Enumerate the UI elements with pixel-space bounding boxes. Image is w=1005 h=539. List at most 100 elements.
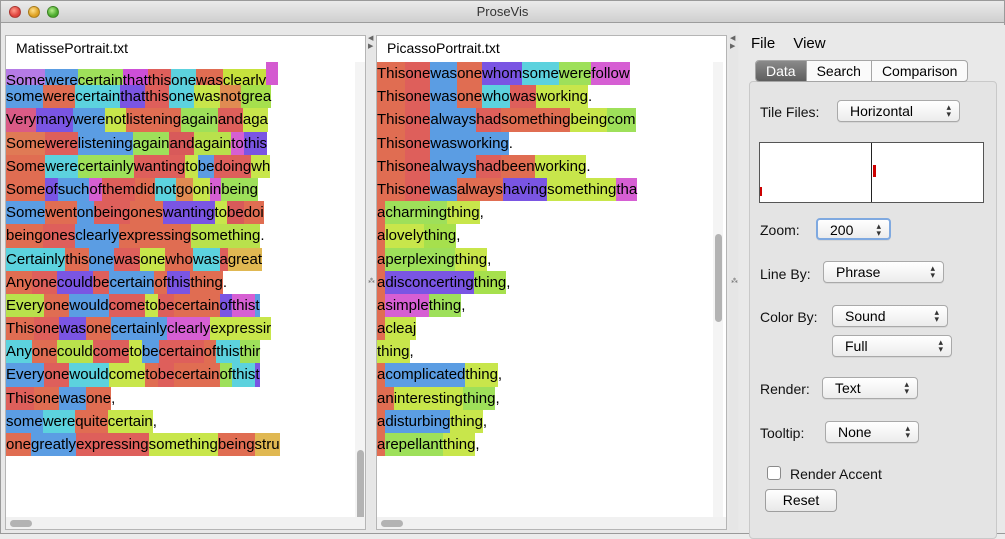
word-token[interactable]: clearly: [166, 317, 211, 341]
word-token[interactable]: ,: [461, 293, 466, 318]
menu-view[interactable]: View: [793, 35, 825, 52]
word-token[interactable]: one: [168, 85, 194, 109]
collapse-left-arrow-icon[interactable]: ◀: [730, 35, 735, 42]
word-token[interactable]: this: [243, 131, 268, 155]
word-token[interactable]: one: [34, 386, 60, 410]
word-token[interactable]: would: [69, 293, 109, 318]
word-token[interactable]: again: [194, 131, 232, 155]
word-token[interactable]: cleaj: [385, 317, 417, 341]
text-line[interactable]: This one always had been working .: [377, 154, 710, 178]
word-token[interactable]: not: [105, 108, 127, 132]
word-token[interactable]: wh: [251, 154, 271, 178]
word-token[interactable]: who: [482, 85, 510, 109]
text-line[interactable]: a lovely thing ,: [377, 224, 710, 248]
word-token[interactable]: great: [227, 247, 263, 271]
word-token[interactable]: This: [6, 386, 35, 410]
text-pane-right[interactable]: PicassoPortrait.txt This one was one who…: [376, 35, 727, 530]
text-line[interactable]: Any one could be certain of this thing .: [6, 270, 352, 294]
word-token[interactable]: Some: [6, 131, 46, 155]
word-token[interactable]: a: [377, 224, 386, 248]
word-token[interactable]: were: [45, 154, 78, 178]
word-token[interactable]: certain: [174, 363, 220, 387]
word-token[interactable]: thing: [465, 363, 498, 387]
word-token[interactable]: something: [547, 177, 617, 202]
text-line[interactable]: a perplexing thing ,: [377, 247, 710, 271]
word-token[interactable]: this: [145, 85, 169, 109]
word-token[interactable]: greatly: [31, 433, 77, 457]
word-token[interactable]: certainly: [77, 154, 134, 178]
tab-comparison[interactable]: Comparison: [872, 61, 967, 81]
word-token[interactable]: on: [192, 177, 210, 202]
word-token[interactable]: had: [476, 108, 502, 132]
text-line[interactable]: This one was working .: [377, 131, 710, 155]
word-token[interactable]: one: [44, 363, 70, 387]
word-token[interactable]: one: [405, 131, 431, 155]
word-token[interactable]: clearly: [75, 224, 119, 248]
word-token[interactable]: that: [120, 85, 146, 109]
word-token[interactable]: simple: [385, 293, 429, 318]
word-token[interactable]: certain: [109, 270, 155, 294]
word-token[interactable]: ,: [487, 247, 492, 271]
word-token[interactable]: again: [181, 108, 218, 132]
word-token[interactable]: and: [169, 131, 195, 155]
word-token[interactable]: were: [42, 85, 76, 109]
word-token[interactable]: to: [145, 363, 158, 387]
word-token[interactable]: expressing: [118, 224, 192, 248]
word-token[interactable]: been: [501, 154, 535, 178]
word-token[interactable]: .: [222, 270, 228, 294]
word-token[interactable]: listening: [126, 108, 182, 132]
word-token[interactable]: certain: [158, 340, 204, 364]
text-line[interactable]: This one was always having something tha: [377, 177, 710, 202]
word-token[interactable]: a: [377, 433, 386, 457]
text-line[interactable]: This one always had something being com: [377, 108, 710, 132]
text-line[interactable]: a complicated thing ,: [377, 363, 710, 387]
tooltip-select[interactable]: None ▴ ▾: [825, 421, 919, 443]
word-token[interactable]: expressir: [210, 317, 272, 341]
word-token[interactable]: thing: [447, 201, 480, 225]
word-token[interactable]: grea: [241, 85, 272, 109]
color-detail-select[interactable]: Full ▴ ▾: [832, 335, 952, 357]
word-token[interactable]: This: [377, 177, 406, 202]
word-token[interactable]: thing: [442, 433, 476, 457]
word-token[interactable]: to: [231, 131, 244, 155]
word-token[interactable]: this: [216, 340, 240, 364]
word-token[interactable]: Certainly: [6, 247, 66, 271]
text-line[interactable]: a simple thing ,: [377, 293, 710, 318]
word-token[interactable]: who: [165, 247, 193, 271]
text-line[interactable]: This one was one who was working .: [377, 85, 710, 109]
word-token[interactable]: were: [72, 108, 106, 132]
expand-right-arrow-icon[interactable]: ▶: [368, 43, 373, 50]
word-token[interactable]: ,: [497, 363, 503, 387]
word-token[interactable]: disturbing: [385, 409, 451, 433]
word-token[interactable]: Any: [6, 270, 32, 294]
word-token[interactable]: a: [377, 363, 386, 387]
word-token[interactable]: on: [76, 201, 94, 225]
word-token[interactable]: be: [227, 201, 244, 225]
word-token[interactable]: not: [220, 85, 242, 109]
word-token[interactable]: doi: [243, 201, 264, 225]
word-token[interactable]: could: [56, 340, 93, 364]
word-token[interactable]: something: [191, 224, 261, 248]
word-token[interactable]: had: [476, 154, 502, 178]
word-token[interactable]: an: [377, 386, 394, 410]
word-token[interactable]: one: [44, 293, 70, 318]
word-token[interactable]: and: [217, 108, 243, 132]
word-token[interactable]: perplexing: [385, 247, 455, 271]
text-line[interactable]: Every one would come to be certain of th…: [6, 293, 352, 318]
text-line[interactable]: a repellant thing ,: [377, 433, 710, 457]
text-line[interactable]: Some went on being ones wanting to be do…: [6, 201, 352, 225]
word-token[interactable]: was: [193, 85, 221, 109]
line-by-select[interactable]: Phrase ▴ ▾: [823, 261, 944, 283]
text-line[interactable]: Some were listening again and again to t…: [6, 131, 352, 155]
text-line[interactable]: a disturbing thing ,: [377, 409, 710, 433]
word-token[interactable]: Every: [6, 363, 45, 387]
word-token[interactable]: one: [405, 85, 431, 109]
word-token[interactable]: complicated: [385, 363, 466, 387]
tab-data[interactable]: Data: [756, 61, 807, 81]
word-token[interactable]: were: [42, 409, 76, 433]
reset-button[interactable]: Reset: [765, 489, 837, 512]
word-token[interactable]: many: [36, 108, 73, 132]
word-token[interactable]: was: [430, 62, 458, 86]
word-token[interactable]: ,: [482, 409, 488, 433]
color-by-select[interactable]: Sound ▴ ▾: [832, 305, 948, 327]
